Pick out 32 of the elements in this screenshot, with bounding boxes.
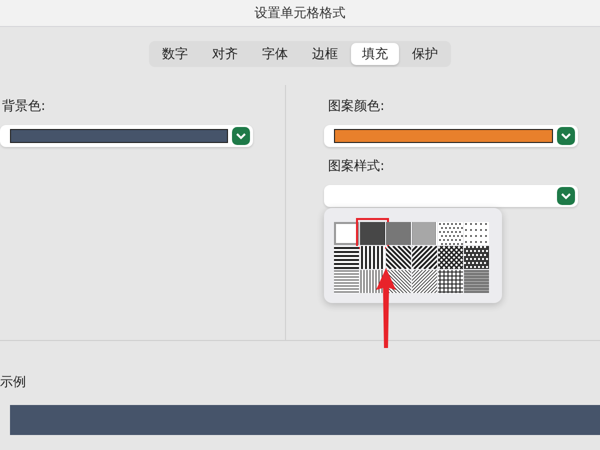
pattern-swatch[interactable]: [334, 246, 360, 269]
pattern-swatch[interactable]: [438, 222, 464, 245]
color-dropdown[interactable]: [324, 125, 578, 147]
pattern-swatch[interactable]: [438, 246, 464, 269]
pattern-swatch[interactable]: [360, 246, 386, 269]
field-label: 图案样式:: [327, 158, 386, 175]
pattern-swatch[interactable]: [334, 222, 360, 245]
pattern-swatch[interactable]: [334, 270, 360, 293]
pattern-swatch[interactable]: [386, 246, 412, 269]
tab[interactable]: 数字: [151, 43, 199, 65]
tab[interactable]: 对齐: [201, 43, 249, 65]
tab[interactable]: 保护: [401, 43, 449, 65]
field-label: 背景色:: [1, 98, 46, 115]
color-dropdown[interactable]: [0, 125, 253, 147]
window-title: 设置单元格格式: [254, 5, 346, 22]
pattern-swatch[interactable]: [464, 270, 490, 293]
pattern-swatch[interactable]: [412, 270, 438, 293]
pattern-swatch[interactable]: [464, 246, 490, 269]
chevron-down-icon: [557, 187, 576, 205]
pattern-dropdown[interactable]: [324, 185, 578, 207]
chevron-down-icon: [232, 127, 250, 145]
pattern-swatch[interactable]: [386, 222, 412, 245]
tab[interactable]: 字体: [251, 43, 299, 65]
tab[interactable]: 填充: [351, 43, 399, 65]
pattern-swatch[interactable]: [464, 222, 490, 245]
pattern-swatch[interactable]: [412, 246, 438, 269]
pattern-swatch[interactable]: [438, 270, 464, 293]
chevron-down-icon: [557, 127, 576, 145]
tab[interactable]: 边框: [301, 43, 349, 65]
pattern-swatch[interactable]: [412, 222, 438, 245]
field-label: 图案颜色:: [327, 98, 386, 115]
section-label: 示例: [0, 374, 27, 391]
